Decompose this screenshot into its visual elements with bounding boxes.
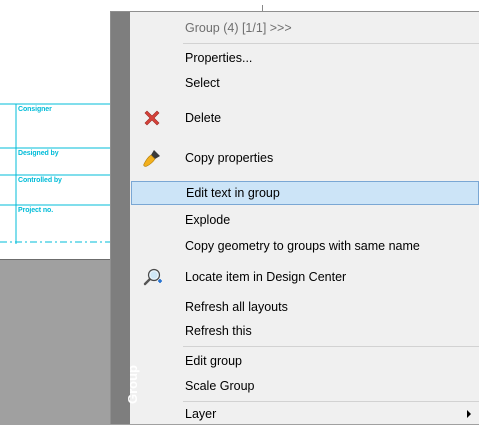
menu-item-scale-group[interactable]: Scale Group — [131, 374, 479, 398]
magnifier-plus-icon — [141, 266, 163, 288]
menu-item-label: Edit text in group — [186, 186, 280, 200]
menu-item-label: Delete — [185, 111, 222, 125]
menu-separator — [183, 43, 479, 44]
menu-item-label: Refresh all layouts — [185, 300, 288, 314]
menu-item-copy-geometry[interactable]: Copy geometry to groups with same name — [131, 234, 479, 258]
menu-item-properties[interactable]: Properties... — [131, 46, 479, 70]
title-block-lines — [0, 103, 110, 244]
title-block-project-no: Project no. — [18, 207, 54, 214]
menu-item-label: Properties... — [185, 51, 253, 65]
menu-header-label: Group (4) [1/1] >>> — [185, 21, 292, 35]
menu-item-label: Copy geometry to groups with same name — [185, 239, 420, 253]
menu-separator — [183, 346, 479, 347]
menu-item-explode[interactable]: Explode — [131, 208, 479, 232]
menu-item-label: Scale Group — [185, 379, 255, 393]
menu-item-refresh-this[interactable]: Refresh this — [131, 319, 479, 343]
title-block-designed-by: Designed by — [18, 150, 59, 157]
menu-item-label: Locate item in Design Center — [185, 270, 347, 284]
menu-item-label: Refresh this — [185, 324, 252, 338]
menu-side-strip: Group — [111, 12, 140, 424]
title-block-consigner: Consigner — [18, 106, 52, 113]
menu-header-group[interactable]: Group (4) [1/1] >>> — [131, 16, 479, 40]
menu-item-locate-item[interactable]: Locate item in Design Center — [131, 263, 479, 291]
menu-item-layer[interactable]: Layer — [131, 402, 479, 426]
delete-icon — [141, 107, 163, 129]
menu-item-refresh-all-layouts[interactable]: Refresh all layouts — [131, 295, 479, 319]
menu-item-label: Edit group — [185, 354, 242, 368]
menu-item-edit-text-in-group[interactable]: Edit text in group — [131, 181, 479, 205]
menu-item-copy-properties[interactable]: Copy properties — [131, 143, 479, 173]
menu-item-label: Explode — [185, 213, 231, 227]
paintbrush-icon — [141, 147, 163, 169]
group-context-menu: Group Group (4) [1/1] >>> Properties... … — [110, 11, 479, 424]
menu-item-select[interactable]: Select — [131, 71, 479, 95]
menu-item-label: Copy properties — [185, 151, 274, 165]
menu-item-edit-group[interactable]: Edit group — [131, 349, 479, 373]
title-block-controlled-by: Controlled by — [18, 177, 62, 184]
menu-item-label: Layer — [185, 407, 217, 421]
menu-item-label: Select — [185, 76, 220, 90]
menu-item-delete[interactable]: Delete — [131, 103, 479, 133]
submenu-arrow-icon — [467, 410, 471, 418]
